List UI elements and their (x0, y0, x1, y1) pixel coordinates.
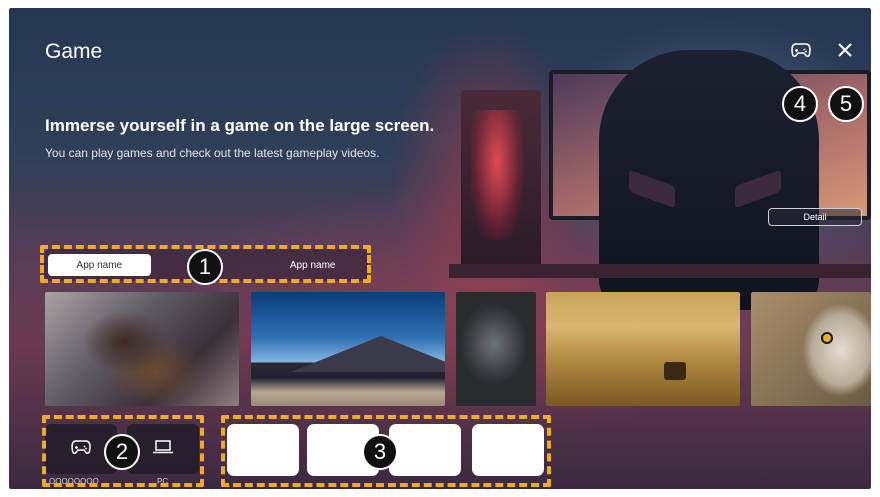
source-pc-label: PC (157, 477, 169, 486)
detail-button[interactable]: Detail (768, 208, 862, 226)
bg-pc-glow (471, 110, 523, 240)
callout-2: 2 (104, 434, 140, 470)
owl-eye-shape (821, 332, 833, 344)
thumbnail-gray-cat[interactable] (456, 292, 536, 406)
thumbnail-mountain[interactable] (251, 292, 445, 406)
thumbnail-cat[interactable] (45, 292, 239, 406)
thumbnail-deer[interactable] (546, 292, 740, 406)
callout-5: 5 (828, 86, 864, 122)
page-title: Game (45, 40, 103, 63)
mountain-shape (291, 336, 445, 372)
callout-1: 1 (187, 249, 223, 285)
tab-app-1[interactable]: App name (48, 254, 151, 276)
gamepad-icon (70, 439, 92, 460)
gamepad-icon[interactable] (789, 38, 813, 62)
content-card[interactable] (389, 424, 461, 476)
callout-3: 3 (362, 434, 398, 470)
content-card[interactable] (227, 424, 299, 476)
thumbnail-owl[interactable] (751, 292, 871, 406)
deer-shape (664, 362, 686, 380)
hero-headline: Immerse yourself in a game on the large … (45, 116, 435, 135)
close-icon[interactable] (833, 38, 857, 62)
tv-screen: Game Immerse yourself in a game on the l… (9, 8, 871, 489)
callout-4: 4 (782, 86, 818, 122)
source-game-label: OOOOOOOO (49, 477, 99, 486)
bg-desk (449, 264, 871, 278)
tab-app-3[interactable]: App name (261, 254, 364, 276)
hero-subtext: You can play games and check out the lat… (45, 146, 380, 160)
content-card[interactable] (472, 424, 544, 476)
laptop-icon (152, 439, 174, 460)
